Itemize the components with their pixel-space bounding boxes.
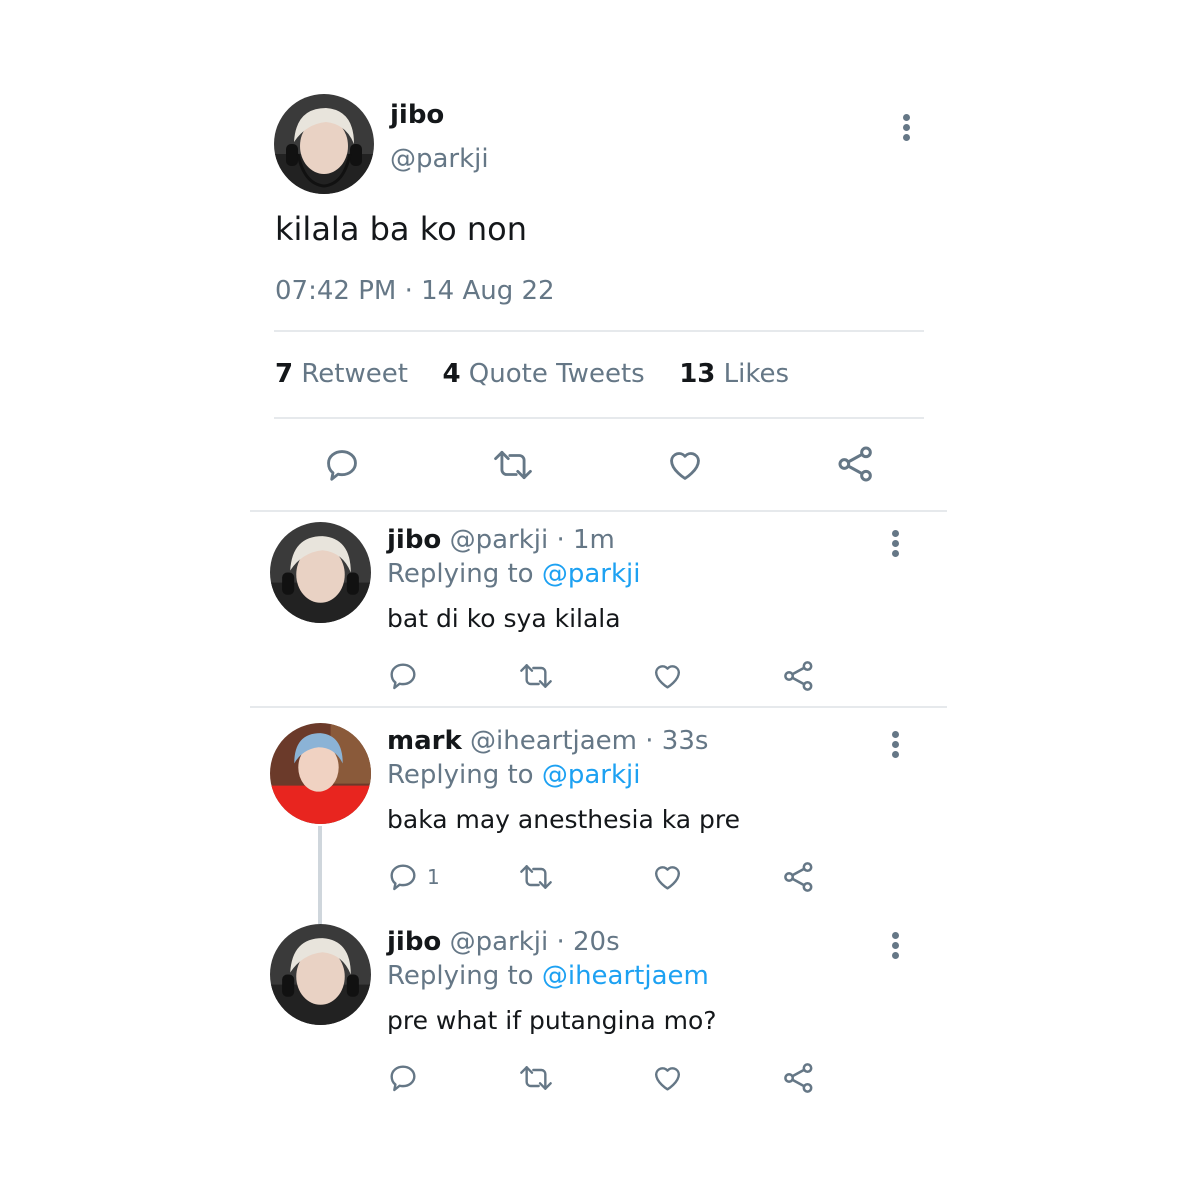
replying-to: Replying to @parkji — [387, 760, 641, 790]
share-button[interactable] — [782, 1061, 816, 1095]
share-button[interactable] — [836, 444, 876, 484]
retweet-button[interactable] — [518, 660, 554, 692]
reply-icon — [327, 450, 357, 481]
handle[interactable]: @parkji — [390, 144, 489, 174]
more-vertical-icon[interactable] — [889, 932, 901, 968]
handle[interactable]: @iheartjaem — [470, 726, 637, 756]
share-icon — [784, 1063, 813, 1093]
tweet-stats: 7 Retweet 4 Quote Tweets 13 Likes — [275, 359, 789, 389]
thread-line — [318, 826, 322, 924]
reply-count: 1 — [427, 865, 440, 889]
share-icon — [838, 446, 872, 482]
retweet-button[interactable] — [492, 446, 534, 484]
reply-text: baka may anesthesia ka pre — [387, 805, 741, 834]
like-button[interactable] — [665, 446, 705, 484]
handle[interactable]: @parkji — [450, 927, 549, 957]
like-icon — [654, 1067, 681, 1091]
replying-to-link[interactable]: @parkji — [542, 760, 641, 790]
likes-label: Likes — [723, 359, 790, 389]
replying-prefix: Replying to — [387, 760, 534, 790]
like-button[interactable] — [651, 1062, 684, 1094]
display-name[interactable]: jibo — [390, 100, 444, 130]
reply-icon — [390, 1065, 416, 1092]
reply-button[interactable] — [323, 446, 361, 484]
like-icon — [670, 452, 700, 480]
avatar[interactable] — [274, 94, 374, 194]
replying-to-link[interactable]: @parkji — [542, 559, 641, 589]
avatar[interactable] — [270, 522, 371, 623]
display-name[interactable]: jibo — [387, 525, 441, 555]
reply-time[interactable]: · 20s — [556, 927, 619, 957]
like-button[interactable] — [651, 861, 684, 893]
reply-text: pre what if putangina mo? — [387, 1006, 717, 1035]
more-vertical-icon[interactable] — [900, 114, 912, 150]
quote-stat[interactable]: 4 Quote Tweets — [442, 359, 653, 389]
retweet-button[interactable] — [518, 861, 554, 893]
avatar[interactable] — [270, 924, 371, 1025]
divider — [250, 510, 947, 512]
avatar[interactable] — [270, 723, 371, 824]
divider — [274, 330, 924, 332]
display-name[interactable]: mark — [387, 726, 462, 756]
retweet-icon — [520, 1066, 552, 1090]
reply-button[interactable]: 1 — [387, 861, 440, 893]
like-button[interactable] — [651, 660, 684, 692]
share-icon — [784, 661, 813, 691]
replying-prefix: Replying to — [387, 559, 534, 589]
reply-text: bat di ko sya kilala — [387, 604, 621, 633]
reply-header: jibo @parkji · 1m — [387, 525, 615, 555]
reply-header: mark @iheartjaem · 33s — [387, 726, 708, 756]
retweet-icon — [520, 865, 552, 889]
reply-time[interactable]: · 33s — [645, 726, 708, 756]
like-icon — [654, 866, 681, 890]
retweet-button[interactable] — [518, 1062, 554, 1094]
retweet-count: 7 — [275, 359, 294, 389]
share-button[interactable] — [782, 659, 816, 693]
reply-header: jibo @parkji · 20s — [387, 927, 620, 957]
retweet-stat[interactable]: 7 Retweet — [275, 359, 416, 389]
replying-to: Replying to @parkji — [387, 559, 641, 589]
like-icon — [654, 665, 681, 689]
likes-count: 13 — [679, 359, 716, 389]
display-name[interactable]: jibo — [387, 927, 441, 957]
quote-count: 4 — [442, 359, 461, 389]
reply-button[interactable] — [387, 660, 419, 692]
quote-label: Quote Tweets — [468, 359, 645, 389]
replying-to: Replying to @iheartjaem — [387, 961, 709, 991]
share-icon — [784, 862, 813, 892]
share-button[interactable] — [782, 860, 816, 894]
retweet-label: Retweet — [301, 359, 408, 389]
reply-icon — [390, 663, 416, 690]
reply-icon — [390, 864, 416, 891]
more-vertical-icon[interactable] — [889, 530, 901, 566]
divider — [250, 706, 947, 708]
retweet-icon — [520, 664, 552, 688]
reply-button[interactable] — [387, 1062, 419, 1094]
tweet-timestamp[interactable]: 07:42 PM · 14 Aug 22 — [275, 276, 555, 306]
handle[interactable]: @parkji — [450, 525, 549, 555]
replying-to-link[interactable]: @iheartjaem — [542, 961, 709, 991]
tweet-text: kilala ba ko non — [275, 210, 527, 248]
divider — [274, 417, 924, 419]
replying-prefix: Replying to — [387, 961, 534, 991]
more-vertical-icon[interactable] — [889, 731, 901, 767]
likes-stat[interactable]: 13 Likes — [679, 359, 789, 389]
reply-time[interactable]: · 1m — [556, 525, 614, 555]
retweet-icon — [494, 450, 532, 480]
